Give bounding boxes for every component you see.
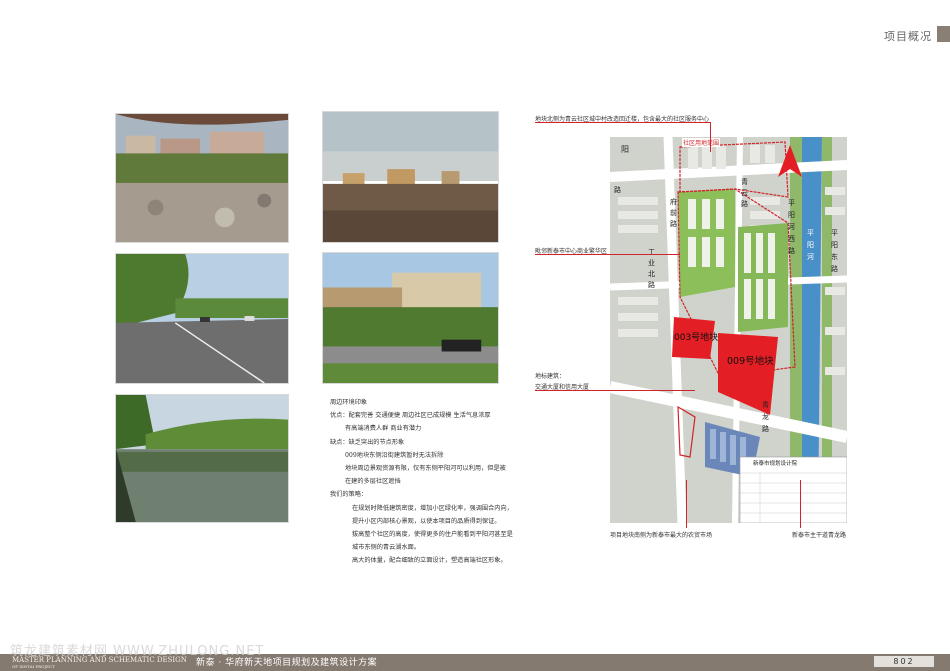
page-number: 802: [874, 656, 934, 667]
callout-line: [535, 390, 695, 391]
photo-construction-site: [115, 113, 289, 243]
photo-vacant-lot: [322, 111, 499, 243]
community-area-label: 社区用地范围: [682, 138, 721, 147]
notes-line: 高大的体量，配合细致的立面设计，塑造高端社区形象。: [352, 557, 507, 565]
callout-line: [800, 480, 801, 528]
notes-line: 地块周边景观资源有限，仅有东侧平阳河可以利用，但是被: [345, 465, 506, 473]
title-block-name: 新泰市规划设计院: [753, 461, 798, 467]
road-label-qinglong: 青龙路: [762, 401, 769, 433]
notes-line: 城市东侧的青云湖水面。: [352, 544, 421, 552]
notes-line: 缺点：缺乏突出的节点形象: [330, 438, 405, 446]
notes-line: 有高端消费人群 商业有潜力: [345, 425, 422, 433]
plot-003-label: 003号地块: [674, 333, 719, 343]
notes-line: 在规划时降低建筑密度，增加小区绿化率，强调围合内向，: [352, 504, 513, 512]
callout-line: [710, 122, 711, 152]
callout-line: [535, 254, 680, 255]
road-label-pingyang-east: 平阳东路: [831, 229, 838, 273]
road-label-pingyang-west: 平阳河西路: [788, 199, 795, 255]
callout-line: [686, 480, 687, 528]
notes-line: 009地块东侧沿街建筑暂时无法拆除: [345, 451, 444, 459]
photo-canal: [115, 394, 289, 523]
callout-southeast: 新泰市主干道青龙路: [792, 532, 847, 539]
road-label-fuqian: 府前路: [670, 198, 677, 228]
site-impression-notes: 周边环境印象 优点：配套完善 交通便捷 周边社区已成规模 生活气息浓厚 有高端消…: [330, 396, 545, 568]
road-label-west: 路: [614, 186, 621, 194]
notes-line: 优点：配套完善 交通便捷 周边社区已成规模 生活气息浓厚: [330, 412, 491, 420]
notes-title: 周边环境印象: [330, 399, 368, 406]
callout-landmark-title: 地标建筑：: [535, 373, 566, 380]
notes-line: 我们的策略：: [330, 491, 368, 499]
photo-tree-lined-road: [115, 253, 289, 384]
callout-south: 项目地块南侧为新泰市最大的农贸市场: [610, 532, 713, 539]
notes-line: 在建的多层社区遮挡: [345, 478, 401, 486]
road-label-qingyun: 青云路: [741, 178, 748, 208]
notes-line: 拔高整个社区的高度，使得更多的住户能看到平阳河甚至是: [352, 531, 513, 539]
callout-line: [535, 122, 711, 123]
site-plan-map: 社区用地范围 003号地块 009号地块 新泰市规划设计院 阳 路 青云路 平阳…: [610, 137, 847, 523]
river-label-pingyang: 平阳河: [807, 229, 814, 261]
section-title: 项目概况: [884, 30, 932, 43]
watermark: 筑龙建筑素材网 WWW.ZHULONG.NET: [10, 644, 265, 659]
section-title-marker: [937, 26, 950, 42]
plot-009-label: 009号地块: [727, 356, 774, 367]
notes-line: 提升小区内部核心景观，以使本项目的品质得到保证。: [352, 517, 501, 525]
photo-commercial-street: [322, 252, 499, 384]
road-label-yang: 阳: [621, 145, 629, 154]
